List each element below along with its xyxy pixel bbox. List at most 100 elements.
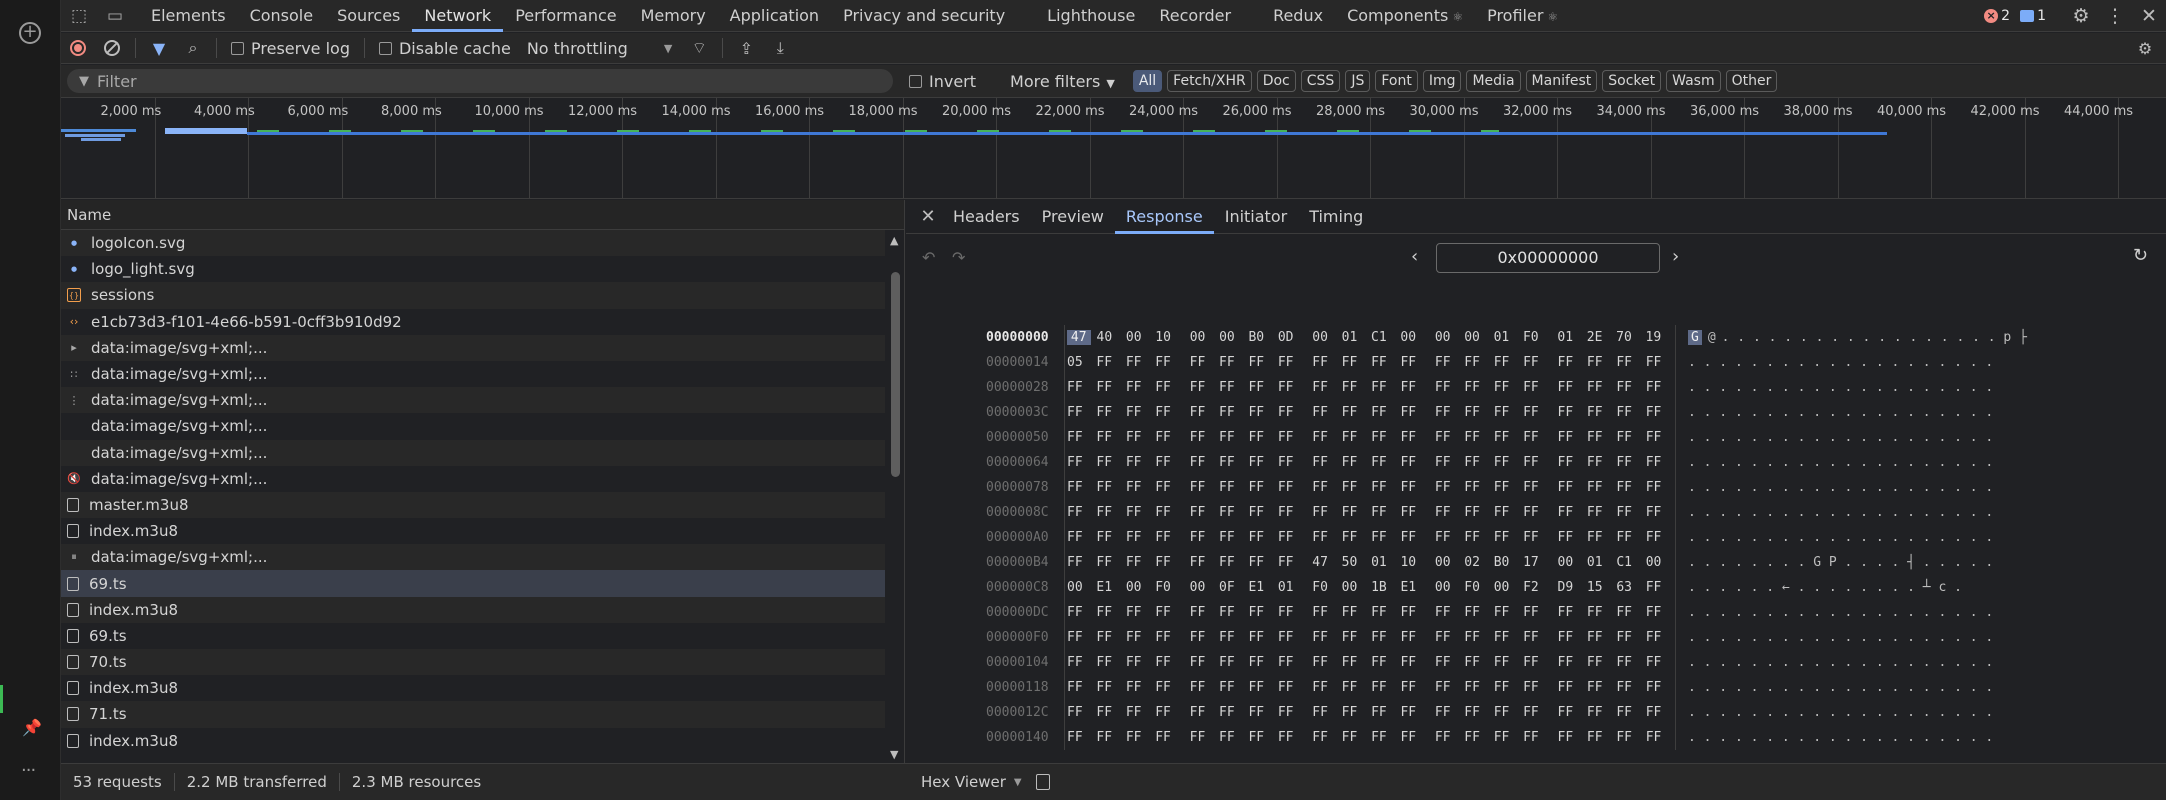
hex-byte[interactable]: FF	[1371, 480, 1400, 495]
hex-byte[interactable]: FF	[1126, 680, 1155, 695]
filter-chip-css[interactable]: CSS	[1300, 70, 1341, 92]
hex-byte[interactable]: FF	[1278, 505, 1307, 520]
hex-byte[interactable]: FF	[1342, 455, 1371, 470]
hex-byte[interactable]: FF	[1558, 605, 1587, 620]
hex-byte[interactable]: FF	[1558, 655, 1587, 670]
hex-byte[interactable]: FF	[1278, 680, 1307, 695]
hex-byte[interactable]: FF	[1494, 680, 1523, 695]
hex-byte[interactable]: FF	[1587, 680, 1616, 695]
tab-performance[interactable]: Performance	[503, 0, 628, 32]
hex-byte[interactable]: FF	[1096, 705, 1125, 720]
hex-byte[interactable]: FF	[1248, 605, 1277, 620]
hex-byte[interactable]: FF	[1219, 355, 1248, 370]
hex-byte[interactable]: 00	[1126, 580, 1155, 595]
hex-byte[interactable]: FF	[1096, 730, 1125, 745]
hex-byte[interactable]: F2	[1523, 580, 1552, 595]
hex-byte[interactable]: FF	[1646, 530, 1675, 545]
import-har-button[interactable]: ⇪	[729, 33, 763, 64]
hex-byte[interactable]: FF	[1616, 455, 1645, 470]
filter-toggle-button[interactable]: ▼	[142, 33, 176, 64]
hex-byte[interactable]: 00	[1342, 580, 1371, 595]
hex-byte[interactable]: 70	[1616, 330, 1645, 345]
hex-byte[interactable]: FF	[1523, 680, 1552, 695]
hex-byte[interactable]: FF	[1558, 455, 1587, 470]
hex-byte[interactable]: FF	[1494, 355, 1523, 370]
hex-byte[interactable]: FF	[1219, 655, 1248, 670]
hex-byte[interactable]: FF	[1312, 355, 1341, 370]
hex-byte[interactable]: 01	[1557, 330, 1586, 345]
hex-byte[interactable]: FF	[1523, 405, 1552, 420]
name-column-header[interactable]: Name	[61, 200, 904, 230]
hex-byte[interactable]: FF	[1587, 530, 1616, 545]
hex-byte[interactable]: FF	[1523, 455, 1552, 470]
hex-byte[interactable]: FF	[1587, 605, 1616, 620]
tab-network[interactable]: Network	[412, 0, 504, 32]
hex-byte[interactable]: FF	[1464, 655, 1493, 670]
hex-byte[interactable]: FF	[1587, 380, 1616, 395]
add-panel-icon[interactable]: +	[19, 22, 41, 44]
hex-byte[interactable]: FF	[1616, 730, 1645, 745]
hex-byte[interactable]: B0	[1248, 330, 1277, 345]
hex-byte[interactable]: FF	[1494, 705, 1523, 720]
hex-byte[interactable]: FF	[1312, 405, 1341, 420]
tab-privacy-and-security[interactable]: Privacy and security	[831, 0, 1017, 32]
filter-chip-wasm[interactable]: Wasm	[1666, 70, 1721, 92]
hex-byte[interactable]: FF	[1248, 680, 1277, 695]
request-row[interactable]: index.m3u8	[61, 675, 885, 701]
hex-byte[interactable]: FF	[1464, 480, 1493, 495]
info-badge[interactable]: 1	[2020, 8, 2046, 24]
hex-byte[interactable]: FF	[1190, 430, 1219, 445]
hex-byte[interactable]: FF	[1248, 530, 1277, 545]
hex-byte[interactable]: FF	[1523, 355, 1552, 370]
hex-byte[interactable]: FF	[1371, 455, 1400, 470]
hex-byte[interactable]: FF	[1523, 430, 1552, 445]
request-row[interactable]: {} sessions	[61, 282, 885, 309]
hex-byte[interactable]: FF	[1126, 605, 1155, 620]
hex-byte[interactable]: FF	[1464, 430, 1493, 445]
hex-byte[interactable]: FF	[1464, 630, 1493, 645]
hex-byte[interactable]: FF	[1155, 380, 1184, 395]
hex-byte[interactable]: 00	[1126, 330, 1155, 345]
previous-page-icon[interactable]: ‹	[1411, 246, 1418, 267]
hex-byte[interactable]: 01	[1371, 555, 1400, 570]
hex-byte[interactable]: 00	[1558, 555, 1587, 570]
hex-byte[interactable]: FF	[1464, 605, 1493, 620]
hex-byte[interactable]: FF	[1646, 605, 1675, 620]
hex-byte[interactable]: FF	[1494, 455, 1523, 470]
close-devtools-icon[interactable]: ✕	[2132, 5, 2166, 27]
hex-byte[interactable]: FF	[1494, 530, 1523, 545]
hex-byte[interactable]: FF	[1587, 455, 1616, 470]
hex-byte[interactable]: FF	[1278, 555, 1307, 570]
request-row[interactable]: index.m3u8	[61, 518, 885, 544]
hex-byte[interactable]: FF	[1219, 680, 1248, 695]
preserve-log-checkbox[interactable]: Preserve log	[231, 39, 350, 58]
hex-byte[interactable]: FF	[1067, 430, 1096, 445]
request-row[interactable]: ∷ data:image/svg+xml;...	[61, 361, 885, 387]
hex-byte[interactable]: FF	[1278, 530, 1307, 545]
hex-byte[interactable]: FF	[1248, 480, 1277, 495]
hex-byte[interactable]: 00	[1435, 580, 1464, 595]
hex-byte[interactable]: FF	[1067, 455, 1096, 470]
filter-chip-manifest[interactable]: Manifest	[1525, 70, 1598, 92]
redo-icon[interactable]: ↷	[952, 248, 965, 267]
hex-byte[interactable]: FF	[1464, 730, 1493, 745]
hex-byte[interactable]: FF	[1435, 605, 1464, 620]
tab-lighthouse[interactable]: Lighthouse	[1035, 0, 1147, 32]
hex-byte[interactable]: FF	[1096, 680, 1125, 695]
hex-byte[interactable]: FF	[1126, 355, 1155, 370]
hex-byte[interactable]: 00	[1494, 580, 1523, 595]
hex-byte[interactable]: FF	[1587, 355, 1616, 370]
hex-byte[interactable]: FF	[1190, 455, 1219, 470]
hex-byte[interactable]: FF	[1219, 405, 1248, 420]
hex-byte[interactable]: FF	[1523, 505, 1552, 520]
hex-byte[interactable]: FF	[1219, 605, 1248, 620]
hex-byte[interactable]: FF	[1248, 380, 1277, 395]
hex-byte[interactable]: FF	[1312, 530, 1341, 545]
hex-byte[interactable]: FF	[1155, 630, 1184, 645]
hex-byte[interactable]: 05	[1067, 355, 1096, 370]
hex-byte[interactable]: FF	[1523, 730, 1552, 745]
hex-byte[interactable]: FF	[1312, 380, 1341, 395]
request-row[interactable]: 69.ts	[61, 623, 885, 649]
hex-byte[interactable]: 19	[1646, 330, 1675, 345]
hex-byte[interactable]: FF	[1558, 480, 1587, 495]
